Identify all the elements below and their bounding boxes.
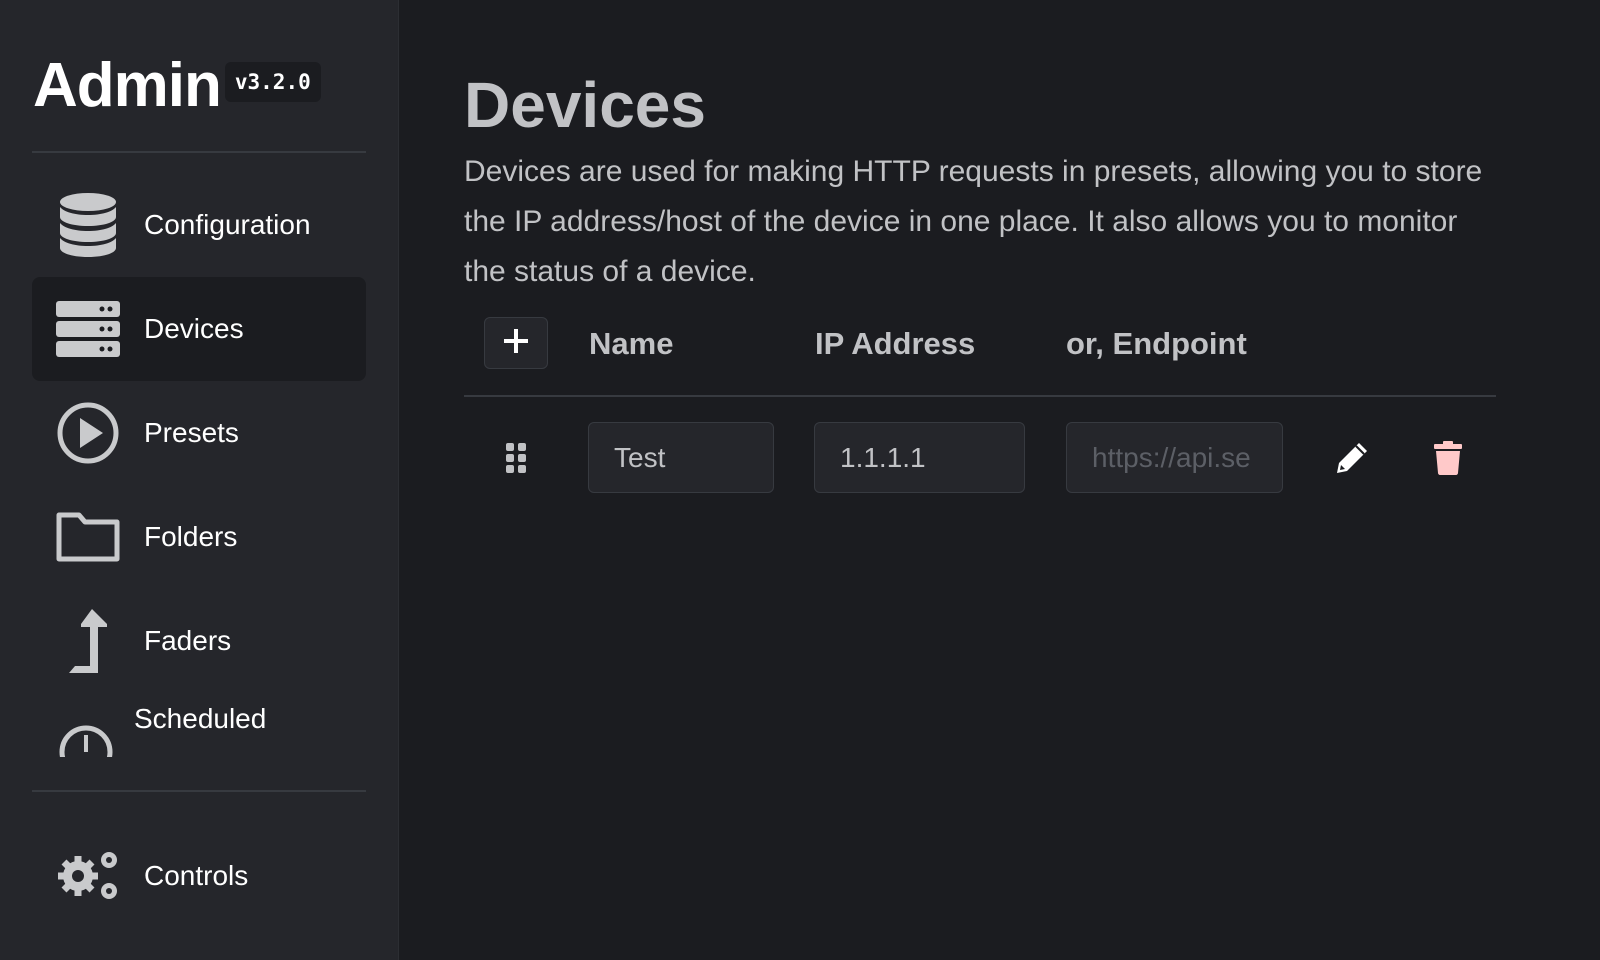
sidebar-item-faders[interactable]: Faders — [32, 589, 366, 693]
column-header-name: Name — [589, 326, 674, 361]
sidebar-item-label: Devices — [144, 313, 244, 344]
sidebar-item-label: Configuration — [144, 209, 311, 240]
column-header-ip: IP Address — [815, 326, 976, 361]
device-name-input[interactable] — [588, 422, 774, 493]
add-device-button[interactable] — [484, 317, 548, 369]
folder-icon — [56, 505, 120, 569]
page-title: Devices — [464, 69, 706, 141]
delete-trash-icon[interactable] — [1430, 438, 1466, 478]
edit-pencil-icon[interactable] — [1334, 438, 1370, 478]
plus-icon — [503, 328, 529, 359]
drag-handle-icon[interactable] — [504, 440, 528, 476]
column-header-endpoint: or, Endpoint — [1066, 326, 1247, 361]
version-badge: v3.2.0 — [224, 61, 321, 102]
sidebar-item-label: Scheduled — [134, 703, 267, 734]
server-icon — [56, 297, 120, 361]
sidebar: Admin v3.2.0 Configuration Devices Prese… — [0, 0, 399, 960]
play-circle-icon — [56, 401, 120, 465]
sidebar-item-label: Controls — [144, 860, 249, 891]
arrow-up-turn-icon — [56, 609, 120, 673]
sidebar-item-label: Faders — [144, 625, 232, 656]
gears-icon — [56, 844, 120, 908]
sidebar-item-label: Folders — [144, 521, 238, 552]
page-description: Devices are used for making HTTP request… — [464, 155, 1483, 288]
sidebar-item-presets[interactable]: Presets — [32, 381, 366, 485]
device-ip-input[interactable] — [814, 422, 1025, 493]
sidebar-item-folders[interactable]: Folders — [32, 485, 366, 589]
sidebar-item-configuration[interactable]: Configuration — [32, 173, 366, 277]
table-divider — [464, 395, 1496, 397]
clock-icon — [54, 725, 118, 757]
sidebar-item-label: Presets — [144, 417, 239, 448]
device-endpoint-input[interactable] — [1066, 422, 1283, 493]
divider — [32, 151, 366, 153]
database-icon — [56, 193, 120, 257]
sidebar-item-scheduled[interactable]: Scheduled — [32, 693, 366, 757]
app-title: Admin — [33, 51, 222, 120]
divider — [32, 790, 366, 792]
brand: Admin v3.2.0 — [33, 50, 321, 121]
sidebar-item-controls[interactable]: Controls — [32, 824, 366, 928]
sidebar-item-devices[interactable]: Devices — [32, 277, 366, 381]
